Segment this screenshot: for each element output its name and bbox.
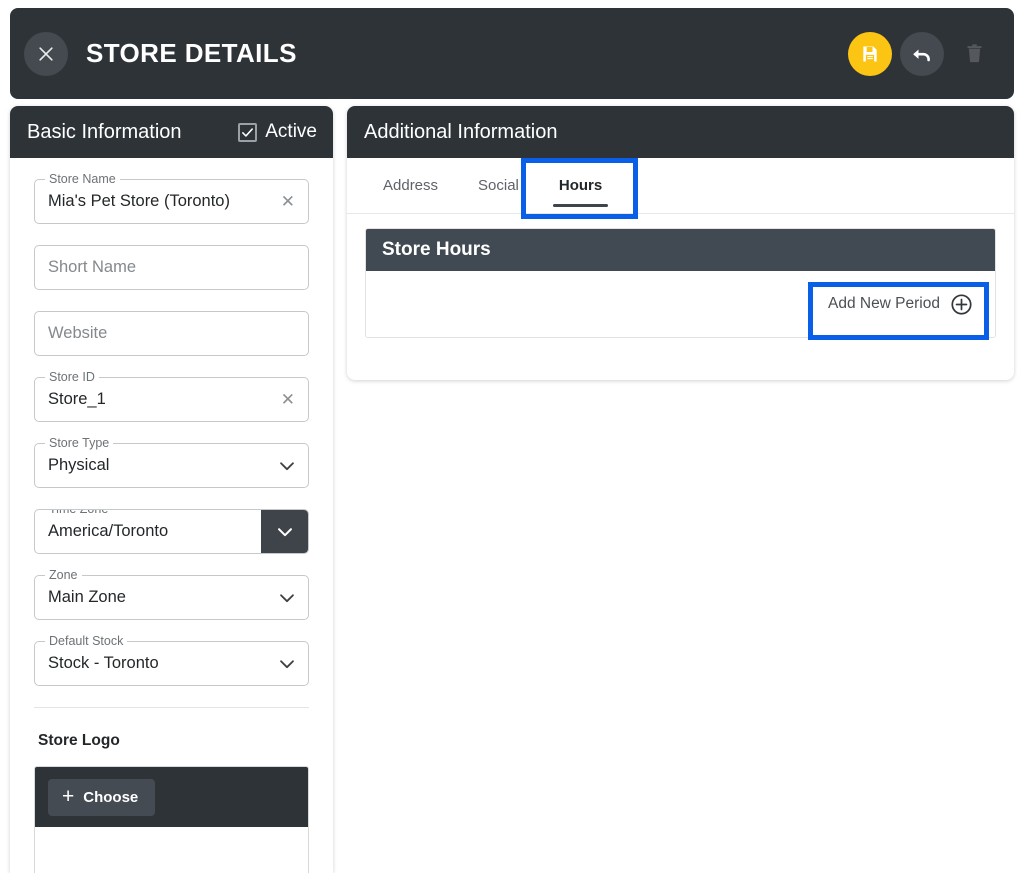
store-details-page: STORE DETAILS Basic Information Active S… <box>0 0 1024 873</box>
store-logo-uploader: + Choose <box>34 766 309 873</box>
additional-information-card: Additional Information Address Social Ho… <box>347 106 1014 380</box>
add-new-period-button[interactable]: Add New Period <box>828 293 973 316</box>
chevron-down-icon <box>280 593 294 602</box>
store-hours-title: Store Hours <box>382 239 491 260</box>
close-button[interactable] <box>24 31 68 76</box>
trash-icon <box>967 44 981 63</box>
website-placeholder: Website <box>48 324 108 342</box>
active-checkbox[interactable] <box>238 122 258 142</box>
check-icon <box>242 127 254 137</box>
store-id-label: Store ID <box>45 370 99 384</box>
store-type-select[interactable]: Store Type Physical <box>34 436 309 488</box>
page-title: STORE DETAILS <box>86 38 297 68</box>
floppy-save-icon <box>863 46 877 61</box>
close-icon <box>39 46 53 61</box>
store-type-chevron[interactable] <box>276 455 298 477</box>
additional-information-tabs: Address Social Hours <box>347 158 1014 214</box>
time-zone-chevron-button[interactable] <box>261 510 308 553</box>
short-name-field[interactable]: Short Name <box>34 245 309 290</box>
time-zone-select[interactable]: Time Zone America/Toronto <box>34 509 309 554</box>
tab-social[interactable]: Social <box>458 158 539 214</box>
chevron-down-icon <box>280 461 294 470</box>
store-id-value: Store_1 <box>48 390 106 408</box>
save-button[interactable] <box>848 31 892 76</box>
default-stock-chevron[interactable] <box>276 653 298 675</box>
zone-select[interactable]: Zone Main Zone <box>34 568 309 620</box>
zone-value: Main Zone <box>48 588 126 606</box>
plus-circle-icon <box>951 293 972 315</box>
undo-button[interactable] <box>900 31 944 76</box>
store-logo-dropzone[interactable] <box>35 827 308 873</box>
chevron-down-icon <box>277 527 292 536</box>
store-hours-header: Store Hours <box>366 229 995 271</box>
store-id-clear-icon[interactable]: ✕ <box>281 391 298 408</box>
undo-arrow-icon <box>913 49 930 61</box>
zone-chevron[interactable] <box>276 587 298 609</box>
default-stock-value: Stock - Toronto <box>48 654 159 672</box>
additional-information-header: Additional Information <box>347 106 1014 158</box>
default-stock-select[interactable]: Default Stock Stock - Toronto <box>34 634 309 686</box>
choose-file-label: Choose <box>83 788 139 806</box>
store-id-field[interactable]: Store ID Store_1 ✕ <box>34 370 309 422</box>
store-name-value: Mia's Pet Store (Toronto) <box>48 192 230 210</box>
store-type-value: Physical <box>48 456 110 474</box>
basic-information-form: Store Name Mia's Pet Store (Toronto) ✕ S… <box>10 158 333 873</box>
tab-address[interactable]: Address <box>363 158 458 214</box>
time-zone-value: America/Toronto <box>48 522 169 540</box>
store-hours-panel: Store Hours Add New Period <box>365 228 996 338</box>
chevron-down-icon <box>280 659 294 668</box>
store-logo-toolbar: + Choose <box>35 767 308 827</box>
store-name-clear-icon[interactable]: ✕ <box>281 193 298 210</box>
active-label: Active <box>265 121 317 142</box>
basic-information-card: Basic Information Active Store Name Mia'… <box>10 106 333 873</box>
top-header-bar: STORE DETAILS <box>10 8 1014 99</box>
section-divider <box>34 707 309 708</box>
header-actions <box>848 31 996 76</box>
time-zone-label: Time Zone <box>45 510 113 516</box>
basic-information-title: Basic Information <box>27 120 182 143</box>
store-type-label: Store Type <box>45 436 114 450</box>
zone-label: Zone <box>45 568 82 582</box>
store-name-field[interactable]: Store Name Mia's Pet Store (Toronto) ✕ <box>34 172 309 224</box>
delete-button[interactable] <box>952 32 996 76</box>
tab-hours[interactable]: Hours <box>539 158 622 214</box>
plus-icon: + <box>62 784 75 808</box>
store-name-label: Store Name <box>45 172 120 186</box>
active-toggle[interactable]: Active <box>238 121 317 143</box>
add-new-period-label: Add New Period <box>827 295 940 312</box>
website-field[interactable]: Website <box>34 311 309 356</box>
choose-file-button[interactable]: + Choose <box>48 778 156 816</box>
default-stock-label: Default Stock <box>45 634 128 648</box>
store-hours-body: Add New Period <box>366 271 995 337</box>
basic-information-header: Basic Information Active <box>10 106 333 158</box>
additional-information-title: Additional Information <box>364 120 558 143</box>
short-name-placeholder: Short Name <box>48 258 137 276</box>
store-logo-title: Store Logo <box>38 732 120 749</box>
